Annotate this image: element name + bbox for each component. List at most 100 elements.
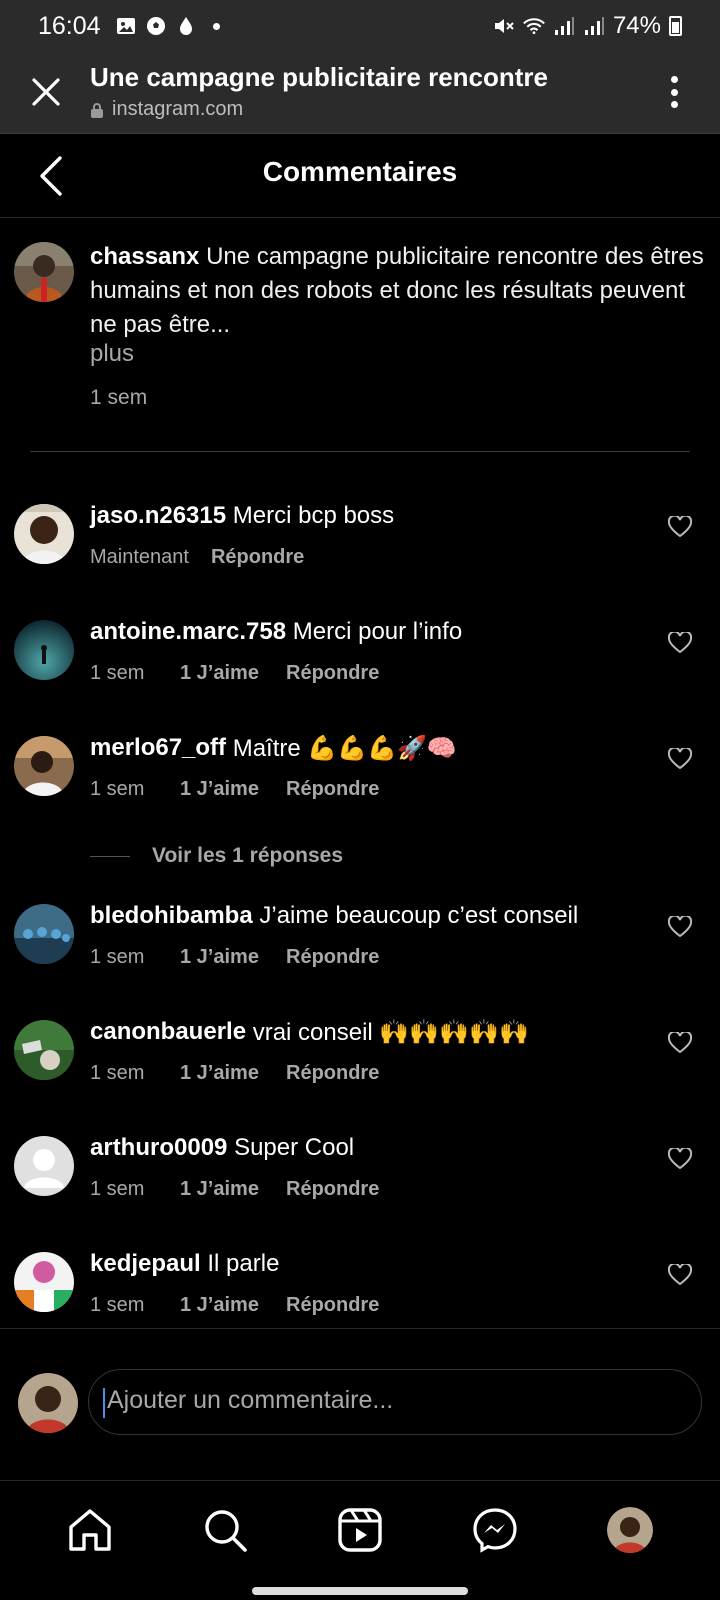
mute-icon bbox=[493, 15, 515, 37]
comment-username[interactable]: canonbauerle bbox=[90, 1018, 246, 1045]
reply-button[interactable]: Répondre bbox=[286, 1062, 379, 1085]
football-icon bbox=[145, 15, 167, 37]
likes-count[interactable]: 1 J’aime bbox=[180, 1294, 286, 1317]
avatar[interactable] bbox=[14, 1020, 74, 1080]
url-row[interactable]: instagram.com bbox=[90, 98, 243, 121]
nav-profile[interactable] bbox=[605, 1505, 655, 1555]
comment-timestamp: 1 sem bbox=[90, 946, 145, 968]
signal-icon-2 bbox=[583, 15, 605, 37]
comment-text: Super Cool bbox=[234, 1134, 355, 1161]
heart-icon[interactable] bbox=[668, 1032, 692, 1054]
reply-button[interactable]: Répondre bbox=[286, 946, 379, 969]
comment-input[interactable]: Ajouter un commentaire... bbox=[88, 1369, 702, 1435]
avatar[interactable] bbox=[14, 904, 74, 964]
likes-count[interactable]: 1 J’aime bbox=[180, 1062, 286, 1085]
likes-count[interactable]: 1 J’aime bbox=[180, 778, 286, 801]
reply-button[interactable]: Répondre bbox=[211, 546, 304, 569]
drop-icon bbox=[175, 15, 197, 37]
reels-icon bbox=[338, 1508, 382, 1552]
caption-username[interactable]: chassanx bbox=[90, 243, 199, 270]
avatar[interactable] bbox=[14, 1136, 74, 1196]
reply-button[interactable]: Répondre bbox=[286, 1178, 379, 1201]
divider bbox=[30, 451, 690, 452]
caption-timestamp: 1 sem bbox=[90, 386, 148, 409]
text-cursor bbox=[103, 1388, 105, 1418]
reply-button[interactable]: Répondre bbox=[286, 662, 379, 685]
caption-text: chassanx Une campagne publicitaire renco… bbox=[90, 240, 710, 342]
home-indicator[interactable] bbox=[252, 1587, 468, 1595]
comment-timestamp: 1 sem bbox=[90, 778, 145, 800]
heart-icon[interactable] bbox=[668, 1148, 692, 1170]
view-replies-button[interactable]: Voir les 1 réponses bbox=[90, 844, 343, 868]
avatar[interactable] bbox=[14, 1252, 74, 1312]
comment-username[interactable]: arthuro0009 bbox=[90, 1134, 227, 1161]
heart-icon[interactable] bbox=[668, 632, 692, 654]
comment-username[interactable]: antoine.marc.758 bbox=[90, 618, 286, 645]
browser-toolbar: Une campagne publicitaire rencontre inst… bbox=[0, 52, 720, 134]
comment-username[interactable]: kedjepaul bbox=[90, 1250, 201, 1277]
heart-icon[interactable] bbox=[668, 516, 692, 538]
comment-item: bledohibamba J’aime beaucoup c’est conse… bbox=[0, 902, 720, 1000]
comment-item: jaso.n26315 Merci bcp boss Maintenant Ré… bbox=[0, 502, 720, 600]
home-icon bbox=[69, 1509, 111, 1551]
status-bar: 16:04 74% bbox=[0, 0, 720, 52]
comment-username[interactable]: bledohibamba bbox=[90, 902, 253, 929]
browser-page-title: Une campagne publicitaire rencontre bbox=[90, 62, 549, 92]
heart-icon[interactable] bbox=[668, 916, 692, 938]
comment-text: vrai conseil 🙌🙌🙌🙌🙌 bbox=[252, 1018, 529, 1046]
post-caption: chassanx Une campagne publicitaire renco… bbox=[0, 218, 720, 452]
comment-text: Merci pour l’info bbox=[292, 618, 463, 645]
comment-text: J’aime beaucoup c’est conseil bbox=[259, 902, 579, 929]
kebab-dot-icon bbox=[670, 76, 678, 83]
heart-icon[interactable] bbox=[668, 748, 692, 770]
reply-button[interactable]: Répondre bbox=[286, 778, 379, 801]
comment-username[interactable]: jaso.n26315 bbox=[90, 502, 226, 529]
comment-text: Il parle bbox=[207, 1250, 280, 1277]
comment-timestamp: 1 sem bbox=[90, 1062, 145, 1084]
reply-button[interactable]: Répondre bbox=[286, 1294, 379, 1317]
likes-count[interactable]: 1 J’aime bbox=[180, 662, 286, 685]
nav-home[interactable] bbox=[65, 1505, 115, 1555]
comment-timestamp: 1 sem bbox=[90, 662, 145, 684]
kebab-dot-icon bbox=[670, 101, 678, 108]
bottom-navigation bbox=[0, 1480, 720, 1600]
comment-composer: Ajouter un commentaire... bbox=[0, 1328, 720, 1480]
more-link[interactable]: plus bbox=[90, 340, 134, 368]
avatar[interactable] bbox=[14, 620, 74, 680]
messenger-icon bbox=[473, 1508, 517, 1553]
nav-reels[interactable] bbox=[335, 1505, 385, 1555]
comments-header: Commentaires bbox=[0, 134, 720, 218]
nav-messenger[interactable] bbox=[470, 1505, 520, 1555]
comment-username[interactable]: merlo67_off bbox=[90, 734, 226, 761]
more-options-button[interactable] bbox=[664, 72, 684, 112]
comment-input-placeholder: Ajouter un commentaire... bbox=[107, 1386, 394, 1414]
close-button[interactable] bbox=[26, 72, 66, 112]
gallery-icon bbox=[115, 15, 137, 37]
wifi-icon bbox=[523, 15, 545, 37]
avatar[interactable] bbox=[14, 736, 74, 796]
comment-item: antoine.marc.758 Merci pour l’info 1 sem… bbox=[0, 618, 720, 716]
current-user-avatar[interactable] bbox=[18, 1373, 78, 1433]
comment-timestamp: 1 sem bbox=[90, 1178, 145, 1200]
avatar[interactable] bbox=[14, 242, 74, 302]
kebab-dot-icon bbox=[670, 88, 678, 96]
profile-avatar bbox=[607, 1507, 653, 1553]
divider bbox=[90, 855, 130, 857]
lock-icon bbox=[91, 102, 103, 118]
search-icon bbox=[205, 1510, 247, 1552]
battery-percent: 74% bbox=[612, 12, 661, 39]
close-icon bbox=[32, 78, 60, 106]
avatar[interactable] bbox=[14, 504, 74, 564]
likes-count[interactable]: 1 J’aime bbox=[180, 946, 286, 969]
comment-timestamp: 1 sem bbox=[90, 1294, 145, 1316]
likes-count[interactable]: 1 J’aime bbox=[180, 1178, 286, 1201]
comment-item: arthuro0009 Super Cool 1 sem 1 J’aime Ré… bbox=[0, 1134, 720, 1232]
comment-text: Maître 💪💪💪🚀🧠 bbox=[232, 734, 457, 762]
status-time: 16:04 bbox=[38, 11, 101, 40]
page-title: Commentaires bbox=[262, 156, 458, 187]
nav-search[interactable] bbox=[200, 1505, 250, 1555]
signal-icon bbox=[553, 15, 575, 37]
comment-item: merlo67_off Maître 💪💪💪🚀🧠 1 sem 1 J’aime … bbox=[0, 734, 720, 832]
view-replies-label: Voir les 1 réponses bbox=[152, 844, 344, 867]
heart-icon[interactable] bbox=[668, 1264, 692, 1286]
